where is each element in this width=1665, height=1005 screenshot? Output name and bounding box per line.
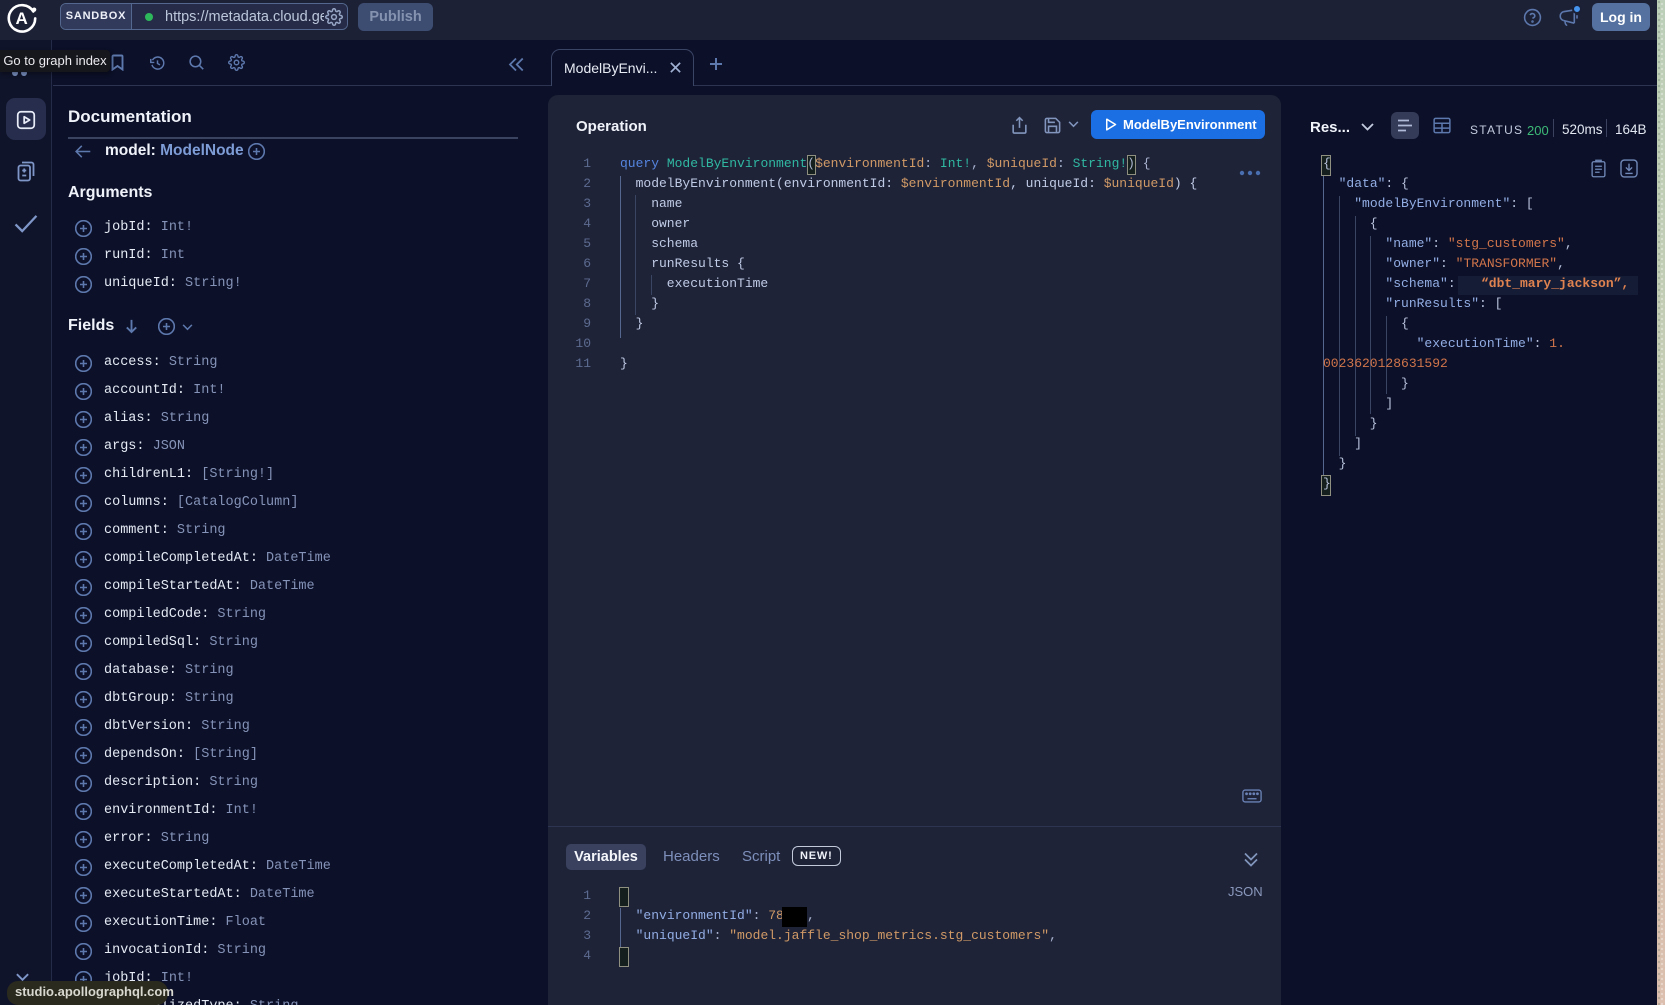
svg-text:A: A [16,9,28,28]
